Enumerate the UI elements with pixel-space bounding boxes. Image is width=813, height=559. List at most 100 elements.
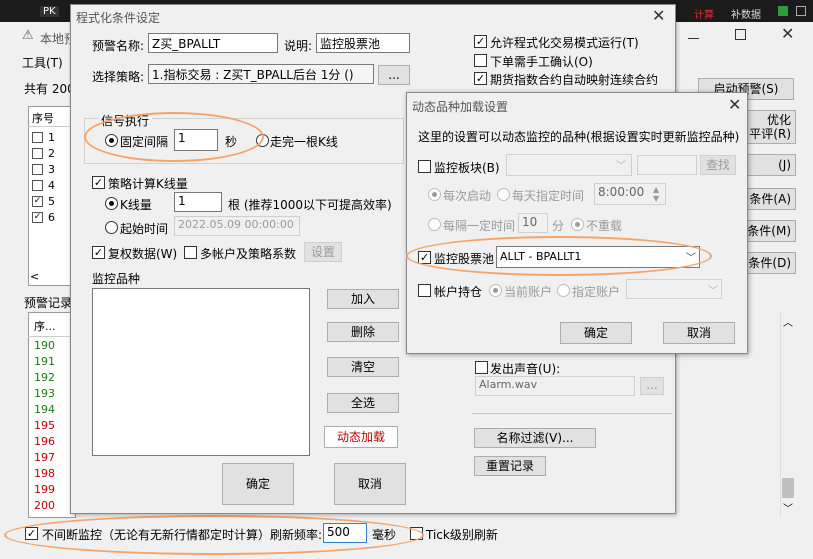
every-interval-radio[interactable] bbox=[428, 218, 441, 231]
bg-minimize-icon[interactable] bbox=[688, 38, 699, 39]
select-all-button[interactable]: 全选 bbox=[327, 393, 399, 413]
row-checkbox[interactable] bbox=[32, 164, 43, 175]
delete-button[interactable]: 删除 bbox=[327, 322, 399, 342]
settings-button[interactable]: 设置 bbox=[304, 242, 342, 262]
sound-browse-button[interactable]: ... bbox=[640, 377, 664, 395]
log-row-number: 195 bbox=[34, 419, 55, 432]
row-checkbox[interactable] bbox=[32, 180, 43, 191]
condition-m-button[interactable]: 条件(M) bbox=[742, 220, 796, 242]
cancel-button[interactable]: 取消 bbox=[334, 463, 406, 505]
start-time-radio[interactable] bbox=[105, 221, 118, 234]
log-row-number: 191 bbox=[34, 355, 55, 368]
reset-record-button[interactable]: 重置记录 bbox=[474, 456, 546, 476]
clear-button[interactable]: 清空 bbox=[327, 357, 399, 377]
log-header-seq[interactable]: 序... bbox=[34, 318, 56, 334]
row-checkbox[interactable]: ✓ bbox=[32, 212, 43, 223]
table-scroll-left-icon[interactable]: < bbox=[30, 270, 39, 283]
scroll-up-icon[interactable]: ︿ bbox=[783, 314, 793, 329]
k-line-count-input[interactable]: 1 bbox=[174, 192, 222, 212]
alert-name-input[interactable]: Z买_BPALLT bbox=[148, 33, 278, 53]
sound-label: 发出声音(U): bbox=[490, 362, 561, 376]
optimize-button[interactable]: 优化 平评(R) bbox=[742, 110, 796, 144]
condition-d-button[interactable]: 条件(D) bbox=[742, 252, 796, 274]
strategy-browse-button[interactable]: ... bbox=[378, 65, 410, 85]
daily-time-radio[interactable] bbox=[497, 188, 510, 201]
desc-input[interactable]: 监控股票池 bbox=[316, 33, 410, 53]
account-select-chevron-icon: ﹀ bbox=[708, 286, 718, 297]
bg-window-icon: ⚠ bbox=[22, 28, 34, 43]
allow-program-checkbox[interactable]: ✓ bbox=[474, 35, 487, 48]
monitor-products-list[interactable] bbox=[92, 288, 310, 456]
sub-ok-button[interactable]: 确定 bbox=[560, 322, 632, 344]
tick-refresh-label: Tick级别刷新 bbox=[426, 528, 498, 542]
find-button[interactable]: 查找 bbox=[700, 155, 736, 175]
main-dialog-close-icon[interactable]: ✕ bbox=[652, 6, 665, 25]
tools-menu[interactable]: 工具(T) bbox=[22, 54, 63, 71]
monitor-products-label: 监控品种 bbox=[92, 272, 141, 286]
table-header-line bbox=[28, 126, 76, 127]
account-holdings-checkbox[interactable] bbox=[418, 284, 431, 297]
row-number: 6 bbox=[48, 211, 55, 224]
k-line-hint: 根 (推荐1000以下可提高效率) bbox=[228, 198, 392, 212]
futures-map-checkbox[interactable]: ✓ bbox=[474, 72, 487, 85]
current-account-radio[interactable] bbox=[489, 284, 502, 297]
scroll-down-icon[interactable]: ﹀ bbox=[783, 500, 793, 515]
multi-account-label: 多帐户及策略系数 bbox=[200, 247, 297, 261]
table-header-seq[interactable]: 序号 bbox=[32, 110, 54, 126]
bg-maximize-icon[interactable] bbox=[735, 29, 746, 40]
log-row-number: 200 bbox=[34, 499, 55, 512]
top-bar-icon[interactable] bbox=[778, 6, 788, 16]
right-j-button[interactable]: (J) bbox=[742, 154, 796, 176]
ok-button[interactable]: 确定 bbox=[222, 463, 294, 505]
monitor-sector-checkbox[interactable] bbox=[418, 160, 431, 173]
log-row-number: 197 bbox=[34, 451, 55, 464]
no-reload-radio[interactable] bbox=[571, 218, 584, 231]
start-time-input[interactable]: 2022.05.09 00:00:00 bbox=[174, 216, 300, 236]
condition-a-button[interactable]: 条件(A) bbox=[742, 188, 796, 210]
top-bar-icon-2[interactable] bbox=[796, 6, 806, 16]
add-button[interactable]: 加入 bbox=[327, 289, 399, 309]
sound-file-input[interactable]: Alarm.wav bbox=[475, 376, 635, 396]
allow-program-label: 允许程式化交易模式运行(T) bbox=[490, 36, 639, 50]
sound-checkbox[interactable] bbox=[475, 361, 488, 374]
monitor-sector-label: 监控板块(B) bbox=[434, 161, 500, 175]
each-start-radio[interactable] bbox=[428, 188, 441, 201]
manual-confirm-checkbox[interactable] bbox=[474, 54, 487, 67]
row-checkbox[interactable] bbox=[32, 148, 43, 159]
sector-select[interactable] bbox=[506, 154, 632, 176]
start-time-label: 起始时间 bbox=[120, 222, 169, 236]
scroll-thumb[interactable] bbox=[782, 478, 794, 498]
separator-line bbox=[472, 413, 672, 414]
k-line-count-radio[interactable] bbox=[105, 197, 118, 210]
sector-search-input[interactable] bbox=[637, 155, 697, 175]
k-line-count-label: K线量 bbox=[120, 198, 152, 212]
multi-account-checkbox[interactable] bbox=[184, 246, 197, 259]
top-bar-calc[interactable]: 计算 bbox=[694, 6, 714, 21]
restore-data-label: 复权数据(W) bbox=[108, 247, 178, 261]
sub-dialog-title: 动态品种加载设置 bbox=[412, 100, 509, 114]
row-number: 2 bbox=[48, 147, 55, 160]
dynamic-load-button[interactable]: 动态加载 bbox=[324, 426, 398, 448]
highlight-oval-bottom bbox=[4, 515, 424, 555]
row-checkbox[interactable]: ✓ bbox=[32, 196, 43, 207]
daily-time-label: 每天指定时间 bbox=[512, 189, 585, 203]
interval-minutes-input[interactable]: 10 bbox=[518, 213, 548, 233]
manual-confirm-label: 下单需手工确认(O) bbox=[490, 55, 593, 69]
row-checkbox[interactable] bbox=[32, 132, 43, 143]
highlight-oval-pool bbox=[406, 236, 712, 276]
log-header-line bbox=[28, 336, 76, 337]
bg-close-icon[interactable]: ✕ bbox=[781, 24, 794, 43]
log-row-number: 199 bbox=[34, 483, 55, 496]
name-filter-button[interactable]: 名称过滤(V)... bbox=[474, 428, 596, 448]
strategy-calc-k-checkbox[interactable]: ✓ bbox=[92, 176, 105, 189]
specified-account-radio[interactable] bbox=[557, 284, 570, 297]
strategy-input[interactable]: 1.指标交易 : Z买T_BPALL后台 1分 () bbox=[148, 64, 374, 84]
top-bar-pk: PK bbox=[40, 6, 59, 17]
log-row-number: 198 bbox=[34, 467, 55, 480]
futures-map-label: 期货指数合约自动映射连续合约 bbox=[490, 73, 659, 87]
sub-dialog-close-icon[interactable]: ✕ bbox=[728, 95, 741, 114]
restore-data-checkbox[interactable]: ✓ bbox=[92, 246, 105, 259]
strategy-label: 选择策略: bbox=[92, 70, 145, 84]
top-bar-supplement[interactable]: 补数据 bbox=[731, 6, 761, 21]
sub-cancel-button[interactable]: 取消 bbox=[663, 322, 735, 344]
